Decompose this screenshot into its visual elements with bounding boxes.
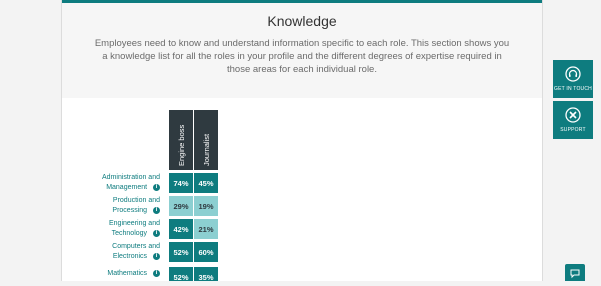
- row-label-line1: Computers and: [112, 243, 160, 250]
- row-label-line1: Production and: [112, 197, 160, 204]
- row-label: Mathematics i: [62, 269, 160, 279]
- support-label: SUPPORT: [560, 127, 586, 133]
- info-icon[interactable]: i: [153, 229, 160, 237]
- section-description: Employees need to know and understand in…: [94, 38, 510, 75]
- row-label-line2: Mathematics: [107, 270, 148, 277]
- row-label-line1: Engineering and: [109, 220, 160, 227]
- value-cell: 42%: [169, 219, 193, 239]
- role-header-engine-boss: Engine boss: [169, 110, 193, 170]
- table-row: Mathematics i 52% 35%: [62, 267, 542, 281]
- value-cell: 52%: [169, 242, 193, 262]
- info-icon[interactable]: i: [153, 269, 160, 277]
- row-label: Computers and Electronics i: [62, 242, 160, 262]
- table-row: Engineering and Technology i 42% 21%: [62, 219, 542, 241]
- close-circle-icon: [565, 107, 581, 123]
- get-in-touch-button[interactable]: GET IN TOUCH: [553, 60, 593, 98]
- table-row: Computers and Electronics i 52% 60%: [62, 242, 542, 264]
- value-cell: 45%: [194, 173, 218, 193]
- value-cell: 21%: [194, 219, 218, 239]
- chat-button[interactable]: [565, 264, 585, 281]
- info-icon[interactable]: i: [153, 252, 160, 260]
- support-button[interactable]: SUPPORT: [553, 101, 593, 139]
- role-header-journalist: Journalist: [194, 110, 218, 170]
- row-label-line2: Electronics: [112, 253, 148, 260]
- knowledge-card: Knowledge Employees need to know and und…: [61, 0, 543, 281]
- value-cell: 74%: [169, 173, 193, 193]
- role-header-label: Engine boss: [177, 124, 186, 166]
- intro-section: Knowledge Employees need to know and und…: [62, 3, 542, 98]
- row-label: Engineering and Technology i: [62, 219, 160, 239]
- role-header-label: Journalist: [202, 133, 211, 166]
- row-label: Production and Processing i: [62, 196, 160, 216]
- table-row: Production and Processing i 29% 19%: [62, 196, 542, 218]
- row-label-line2: Technology: [111, 230, 148, 237]
- value-cell: 35%: [194, 267, 218, 281]
- table-row: Administration and Management i 74% 45%: [62, 173, 542, 195]
- info-icon[interactable]: i: [153, 183, 160, 191]
- headset-icon: [565, 66, 581, 82]
- chat-icon: [570, 269, 580, 279]
- get-in-touch-label: GET IN TOUCH: [554, 86, 592, 92]
- row-label-line2: Processing: [112, 207, 148, 214]
- value-cell: 60%: [194, 242, 218, 262]
- value-cell: 19%: [194, 196, 218, 216]
- row-label-line2: Management: [106, 184, 148, 191]
- row-label-line1: Administration and: [102, 174, 160, 181]
- section-title: Knowledge: [267, 13, 337, 29]
- value-cell: 52%: [169, 267, 193, 281]
- value-cell: 29%: [169, 196, 193, 216]
- info-icon[interactable]: i: [153, 206, 160, 214]
- row-label: Administration and Management i: [62, 173, 160, 193]
